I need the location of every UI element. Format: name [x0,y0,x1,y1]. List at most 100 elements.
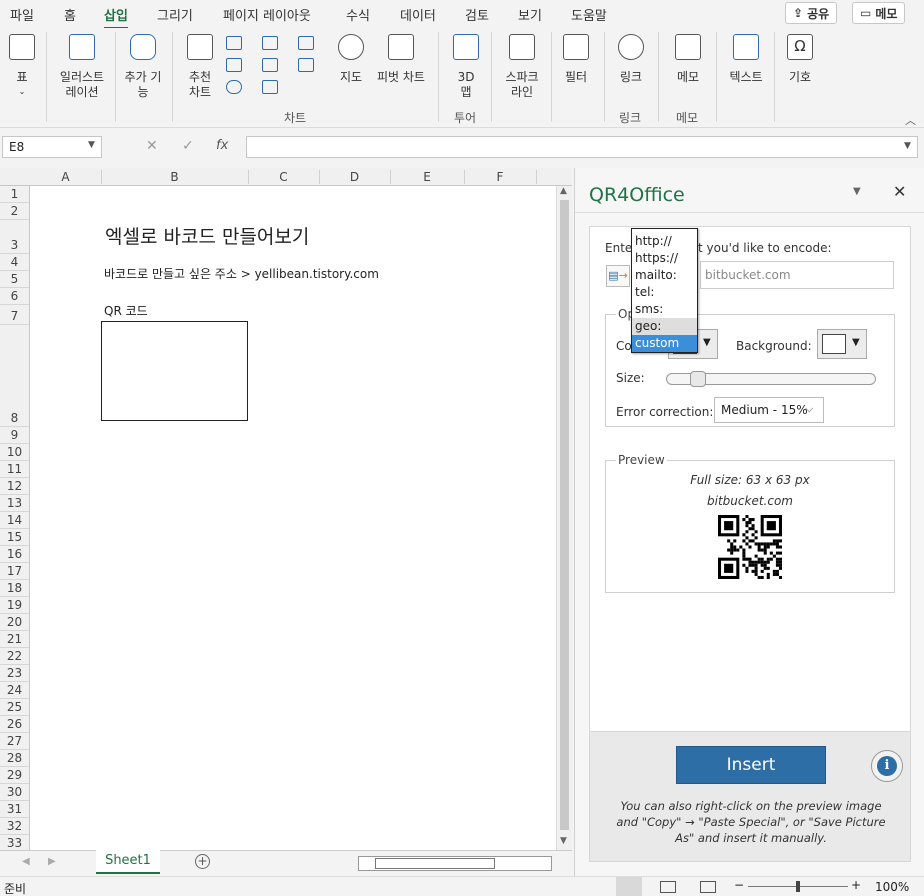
column-header[interactable]: C [248,170,319,184]
scatter-chart-icon[interactable] [262,80,278,94]
waterfall-chart-icon[interactable] [298,36,314,50]
url-input[interactable]: bitbucket.com [700,261,894,289]
zoom-out-icon[interactable]: − [734,878,744,892]
row-header[interactable]: 14 [0,513,29,527]
size-slider-thumb[interactable] [690,371,706,387]
row-header[interactable]: 17 [0,564,29,578]
expand-formula-icon[interactable]: ▼ [904,141,911,151]
protocol-dropdown[interactable]: ▤→ [606,265,630,287]
protocol-option[interactable]: geo: [632,318,697,335]
row-header[interactable]: 22 [0,649,29,663]
row-header[interactable]: 7 [0,309,29,323]
row-header[interactable]: 23 [0,666,29,680]
protocol-option[interactable]: custom [632,335,697,352]
tab-page-layout[interactable]: 페이지 레이아웃 [223,5,311,24]
row-header[interactable]: 16 [0,547,29,561]
next-sheet-icon[interactable]: ▶ [48,856,56,867]
protocol-dropdown-list[interactable]: http://https://mailto: tel: sms: geo: custom [631,228,698,353]
size-slider[interactable] [666,371,876,387]
background-picker[interactable]: ▼ [817,329,867,359]
protocol-option[interactable]: http:// [632,233,697,250]
text-button[interactable]: 텍스트 [722,32,770,102]
pie-chart-icon[interactable] [226,80,242,94]
name-box[interactable]: E8 [2,136,102,158]
tab-formulas[interactable]: 수식 [346,5,370,24]
row-header[interactable]: 11 [0,462,29,476]
tab-file[interactable]: 파일 [10,5,34,24]
symbols-button[interactable]: Ω 기호 [782,32,818,102]
column-header[interactable]: D [319,170,390,184]
row-header[interactable]: 28 [0,751,29,765]
protocol-option[interactable]: mailto: [632,267,697,284]
combo-chart-icon[interactable] [298,58,314,72]
cancel-icon[interactable]: ✕ [146,138,158,154]
row-header[interactable]: 21 [0,632,29,646]
insert-button[interactable]: Insert [676,746,826,784]
pivot-chart-button[interactable]: 피벗 차트 [372,32,430,102]
tab-data[interactable]: 데이터 [400,5,436,24]
map-chart-button[interactable]: 지도 [336,32,366,102]
scroll-down-icon[interactable]: ▼ [560,836,567,846]
row-header[interactable]: 31 [0,802,29,816]
illustrations-button[interactable]: 일러스트 레이션 [54,32,110,102]
info-button[interactable]: i [871,750,903,782]
enter-icon[interactable]: ✓ [182,138,194,154]
row-header[interactable]: 13 [0,496,29,510]
row-header[interactable]: 32 [0,819,29,833]
protocol-option[interactable]: tel: [632,284,697,301]
vertical-scrollbar[interactable]: ▲ ▼ [556,186,572,850]
column-header[interactable]: F [464,170,536,184]
row-header[interactable]: 24 [0,683,29,697]
row-header[interactable]: 10 [0,445,29,459]
horizontal-scrollbar[interactable] [358,856,552,871]
row-header[interactable]: 33 [0,836,29,850]
close-icon[interactable]: ✕ [893,182,906,201]
row-header[interactable]: 9 [0,428,29,442]
tab-review[interactable]: 검토 [465,5,489,24]
table-button[interactable]: 표 ⌄ [6,32,38,102]
column-chart-icon[interactable] [226,36,242,50]
row-header[interactable]: 4 [0,255,29,269]
sheet-tab-sheet1[interactable]: Sheet1 [96,850,160,874]
row-header[interactable]: 8 [0,411,29,425]
row-header[interactable]: 19 [0,598,29,612]
pane-options-icon[interactable]: ▼ [853,186,861,197]
link-button[interactable]: 링크 [612,32,650,102]
prev-sheet-icon[interactable]: ◀ [22,856,30,867]
worksheet-grid[interactable]: A B C D E F 1 2 3 4 5 6 7 8 9 10 11 12 13 14 15 16 17 18 1… [0,168,572,850]
tab-insert[interactable]: 삽입 [104,5,128,30]
row-header[interactable]: 25 [0,700,29,714]
3d-map-button[interactable]: 3D 맵 [448,32,484,102]
formula-input[interactable] [246,136,918,158]
page-layout-view-icon[interactable] [660,881,676,893]
line-chart-icon[interactable] [226,58,242,72]
collapse-ribbon-icon[interactable]: ︿ [905,112,916,128]
row-header[interactable]: 12 [0,479,29,493]
row-header[interactable]: 1 [0,187,29,201]
protocol-option[interactable]: https:// [632,250,697,267]
column-header[interactable]: A [30,170,101,184]
share-button[interactable]: ⇪ 공유 [785,2,838,24]
row-header[interactable]: 27 [0,734,29,748]
qr-placeholder-box[interactable] [101,321,248,421]
row-header[interactable]: 20 [0,615,29,629]
zoom-slider-thumb[interactable] [796,881,800,892]
row-header[interactable]: 6 [0,289,29,303]
new-comment-button[interactable]: 메모 [668,32,708,102]
row-header[interactable]: 15 [0,530,29,544]
row-header[interactable]: 30 [0,785,29,799]
row-header[interactable]: 3 [0,238,29,252]
statistic-chart-icon[interactable] [262,58,278,72]
scroll-up-icon[interactable]: ▲ [560,186,567,196]
chevron-down-icon[interactable]: ▼ [88,140,95,150]
recommended-charts-button[interactable]: 추천 차트 [180,32,220,102]
column-header[interactable]: B [101,170,248,184]
error-correction-select[interactable]: Medium - 15% ⌵ [714,397,824,423]
page-break-view-icon[interactable] [700,881,716,893]
row-header[interactable]: 18 [0,581,29,595]
add-sheet-icon[interactable]: + [195,854,210,869]
addins-button[interactable]: 추가 기 능 [120,32,166,102]
row-header[interactable]: 26 [0,717,29,731]
protocol-option[interactable]: sms: [632,301,697,318]
tab-home[interactable]: 홈 [64,5,76,24]
